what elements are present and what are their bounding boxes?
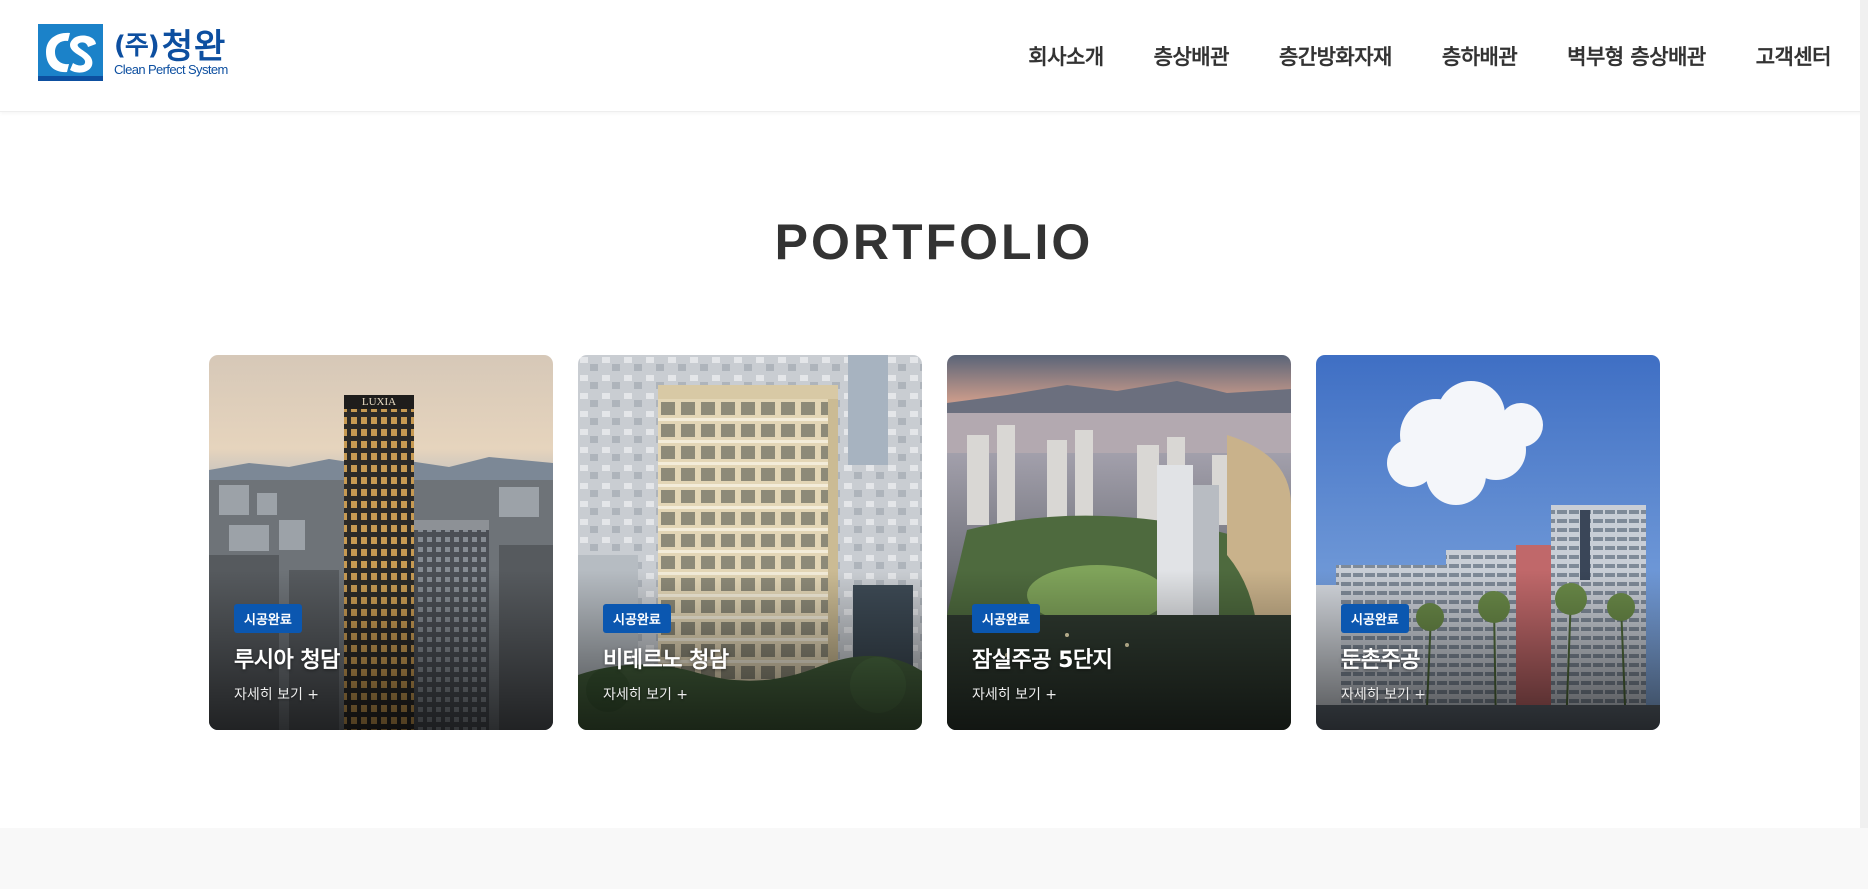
- portfolio-card[interactable]: 시공완료 비테르노 청담 자세히 보기 +: [578, 355, 922, 730]
- portfolio-card[interactable]: 시공완료 둔촌주공 자세히 보기 +: [1316, 355, 1660, 730]
- card-title: 루시아 청담: [234, 648, 340, 673]
- nav-item-customer-center[interactable]: 고객센터: [1756, 41, 1832, 71]
- status-badge: 시공완료: [234, 604, 302, 633]
- status-badge: 시공완료: [972, 604, 1040, 633]
- logo-name-text: 청완: [161, 26, 227, 67]
- view-details-link[interactable]: 자세히 보기 +: [603, 684, 688, 704]
- status-badge: 시공완료: [603, 604, 671, 633]
- portfolio-title: PORTFOLIO: [774, 214, 1094, 270]
- portfolio-card-list: LUXIA 시공완료 루시아 청담 자세히 보기 + 시공완료 비테르노 청담 …: [209, 355, 1660, 730]
- logo-tagline: Clean Perfect System: [114, 62, 228, 77]
- status-badge: 시공완료: [1341, 604, 1409, 633]
- portfolio-card[interactable]: 시공완료 잠실주공 5단지 자세히 보기 +: [947, 355, 1291, 730]
- view-details-link[interactable]: 자세히 보기 +: [234, 684, 319, 704]
- logo-company-name: (주) 청완: [114, 24, 226, 67]
- card-title: 둔촌주공: [1341, 648, 1420, 673]
- card-title: 비테르노 청담: [603, 648, 729, 673]
- nav-item-company[interactable]: 회사소개: [1028, 41, 1104, 71]
- site-header: (주) 청완 Clean Perfect System 회사소개 층상배관 층간…: [0, 0, 1868, 112]
- view-details-link[interactable]: 자세히 보기 +: [972, 684, 1057, 704]
- nav-item-fireproof-materials[interactable]: 층간방화자재: [1279, 41, 1392, 71]
- cps-logo-icon: [38, 24, 103, 81]
- tower-sign-text: LUXIA: [362, 396, 396, 408]
- main-nav: 회사소개 층상배관 층간방화자재 층하배관 벽부형 층상배관 고객센터: [978, 0, 1831, 112]
- card-title: 잠실주공 5단지: [972, 648, 1113, 673]
- next-section-band: [0, 828, 1868, 889]
- portfolio-card[interactable]: LUXIA 시공완료 루시아 청담 자세히 보기 +: [209, 355, 553, 730]
- page-scrollbar[interactable]: [1860, 0, 1868, 889]
- nav-item-floor-piping[interactable]: 층상배관: [1154, 41, 1230, 71]
- logo-paren-text: (주): [114, 30, 160, 61]
- nav-item-under-floor-piping[interactable]: 층하배관: [1442, 41, 1518, 71]
- view-details-link[interactable]: 자세히 보기 +: [1341, 684, 1426, 704]
- nav-item-wall-type-piping[interactable]: 벽부형 층상배관: [1567, 41, 1706, 71]
- company-logo[interactable]: (주) 청완 Clean Perfect System: [38, 24, 240, 81]
